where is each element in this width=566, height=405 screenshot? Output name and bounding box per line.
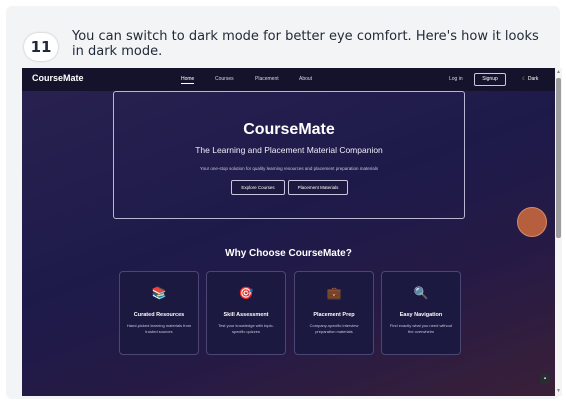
feature-description: Test your knowledge with topic-specific … — [218, 323, 274, 334]
nav-link-home[interactable]: Home — [181, 76, 195, 84]
step-number-badge: 11 — [24, 33, 58, 61]
step-instruction: You can switch to dark mode for better e… — [72, 29, 539, 59]
feature-title: Placement Prep — [313, 312, 355, 318]
brand-logo[interactable]: CourseMate — [32, 73, 84, 83]
feature-title: Easy Navigation — [399, 312, 443, 318]
dark-mode-toggle[interactable]: ☾ Dark — [522, 76, 538, 82]
target-icon: 🎯 — [238, 286, 254, 300]
feature-title: Curated Resources — [133, 312, 185, 318]
features-section-title: Why Choose CourseMate? — [225, 248, 352, 259]
scroll-up-arrow-icon[interactable]: ▲ — [556, 69, 561, 75]
feature-card-easy-navigation[interactable]: 🔍 Easy Navigation Find exactly what you … — [381, 271, 461, 355]
login-link[interactable]: Log in — [449, 76, 463, 82]
feature-description: Company-specific interview preparation m… — [309, 323, 359, 334]
navbar: CourseMate Home Courses Placement About … — [22, 68, 555, 91]
scrollbar-thumb[interactable] — [556, 78, 561, 238]
floating-action-button[interactable] — [517, 207, 547, 237]
nav-link-about[interactable]: About — [299, 76, 312, 82]
books-icon: 📚 — [151, 286, 167, 300]
signup-button[interactable]: Signup — [474, 73, 506, 86]
dark-mode-label: Dark — [527, 76, 539, 82]
nav-link-placement[interactable]: Placement — [255, 76, 279, 82]
feature-card-placement-prep[interactable]: 💼 Placement Prep Company-specific interv… — [294, 271, 374, 355]
magnifier-icon: 🔍 — [413, 286, 429, 300]
feature-title: Skill Assessment — [223, 312, 269, 318]
chat-widget-icon[interactable]: ▪ — [540, 374, 550, 384]
nav-link-courses[interactable]: Courses — [215, 76, 234, 82]
feature-card-skill-assessment[interactable]: 🎯 Skill Assessment Test your knowledge w… — [206, 271, 286, 355]
feature-card-curated-resources[interactable]: 📚 Curated Resources Hand-picked learning… — [119, 271, 199, 355]
feature-description: Find exactly what you need without the o… — [389, 323, 453, 334]
briefcase-icon: 💼 — [326, 286, 342, 300]
scroll-down-arrow-icon[interactable]: ▼ — [556, 388, 561, 394]
feature-description: Hand-picked learning materials from trus… — [126, 323, 192, 334]
placement-materials-button[interactable]: Placement Materials — [288, 180, 348, 195]
page-scrollbar[interactable]: ▲ ▼ — [555, 68, 562, 396]
moon-icon: ☾ — [522, 76, 527, 82]
app-screenshot: CourseMate Home Courses Placement About … — [22, 68, 562, 396]
hero-subtitle: The Learning and Placement Material Comp… — [195, 145, 383, 155]
hero-title: CourseMate — [243, 121, 335, 138]
hero-description: Your one-stop solution for quality learn… — [200, 166, 378, 171]
explore-courses-button[interactable]: Explore Courses — [231, 180, 285, 195]
hero-panel: CourseMate The Learning and Placement Ma… — [113, 91, 465, 219]
